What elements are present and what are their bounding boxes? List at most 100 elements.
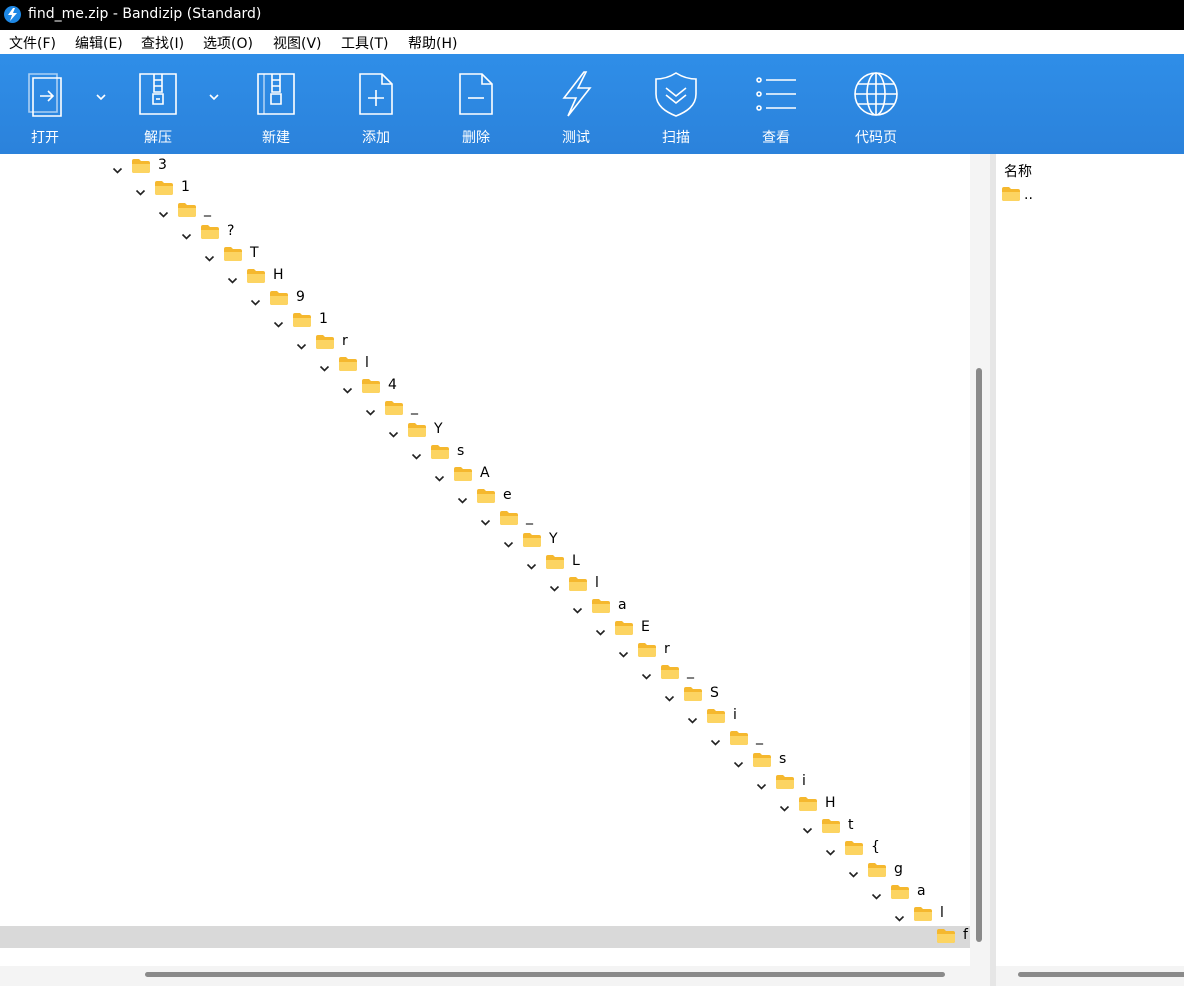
tree-node[interactable]: t — [802, 816, 922, 838]
tree-node[interactable]: E — [595, 618, 715, 640]
name-column-header[interactable]: 名称 — [1004, 161, 1032, 181]
tree-node[interactable]: f — [0, 926, 970, 948]
menu-file[interactable]: 文件(F) — [9, 33, 56, 53]
tree-node[interactable]: r — [296, 332, 416, 354]
tree-node[interactable]: { — [825, 838, 945, 860]
expand-chevron-icon[interactable] — [250, 293, 261, 306]
expand-chevron-icon[interactable] — [802, 821, 813, 834]
tree-node[interactable]: _ — [365, 398, 485, 420]
expand-chevron-icon[interactable] — [480, 513, 491, 526]
tree-node[interactable]: H — [227, 266, 347, 288]
tree-node[interactable]: l — [319, 354, 439, 376]
expand-chevron-icon[interactable] — [388, 425, 399, 438]
tree-node-label: L — [572, 553, 580, 569]
view-button[interactable]: 查看 — [741, 54, 811, 154]
extract-button[interactable]: 解压 — [123, 54, 193, 154]
tree-node[interactable]: s — [733, 750, 853, 772]
test-button[interactable]: 测试 — [541, 54, 611, 154]
expand-chevron-icon[interactable] — [549, 579, 560, 592]
tree-node[interactable]: 1 — [273, 310, 393, 332]
menu-view[interactable]: 视图(V) — [273, 33, 322, 53]
tree-horizontal-scrollbar[interactable] — [0, 966, 990, 986]
tree-node[interactable]: ? — [181, 222, 301, 244]
list-horizontal-scrollbar[interactable] — [996, 966, 1184, 986]
expand-chevron-icon[interactable] — [457, 491, 468, 504]
tree-node[interactable]: _ — [480, 508, 600, 530]
tree-node[interactable]: Y — [503, 530, 623, 552]
scan-button[interactable]: 扫描 — [641, 54, 711, 154]
expand-chevron-icon[interactable] — [342, 381, 353, 394]
list-horizontal-scroll-thumb[interactable] — [1018, 972, 1184, 977]
menu-options[interactable]: 选项(O) — [203, 33, 253, 53]
expand-chevron-icon[interactable] — [894, 909, 905, 922]
expand-chevron-icon[interactable] — [526, 557, 537, 570]
tree-node[interactable]: A — [434, 464, 554, 486]
expand-chevron-icon[interactable] — [756, 777, 767, 790]
expand-chevron-icon[interactable] — [572, 601, 583, 614]
tree-node[interactable]: _ — [158, 200, 278, 222]
tree-horizontal-scroll-thumb[interactable] — [145, 972, 945, 977]
menu-help[interactable]: 帮助(H) — [408, 33, 457, 53]
expand-chevron-icon[interactable] — [181, 227, 192, 240]
expand-chevron-icon[interactable] — [204, 249, 215, 262]
expand-chevron-icon[interactable] — [434, 469, 445, 482]
tree-node[interactable]: i — [687, 706, 807, 728]
expand-chevron-icon[interactable] — [641, 667, 652, 680]
expand-chevron-icon[interactable] — [733, 755, 744, 768]
expand-chevron-icon[interactable] — [779, 799, 790, 812]
file-list[interactable]: 名称 .. — [996, 154, 1184, 966]
tree-node[interactable]: i — [756, 772, 876, 794]
tree-node[interactable]: 1 — [135, 178, 255, 200]
expand-chevron-icon[interactable] — [848, 865, 859, 878]
tree-node[interactable]: s — [411, 442, 531, 464]
expand-chevron-icon[interactable] — [273, 315, 284, 328]
tree-vertical-scrollbar[interactable] — [970, 154, 990, 966]
folder-tree[interactable]: 3 1 _? T H 9 1 r l 4 _ Ys Ae _ Y Ll a Er _ Si _ s i Ht{g a l f — [0, 154, 970, 966]
tree-node[interactable]: l — [549, 574, 669, 596]
tree-node[interactable]: a — [572, 596, 692, 618]
expand-chevron-icon[interactable] — [687, 711, 698, 724]
tree-node[interactable]: r — [618, 640, 738, 662]
tree-node[interactable]: 9 — [250, 288, 370, 310]
tree-node[interactable]: _ — [710, 728, 830, 750]
expand-chevron-icon[interactable] — [158, 205, 169, 218]
new-button[interactable]: 新建 — [241, 54, 311, 154]
expand-chevron-icon[interactable] — [227, 271, 238, 284]
tree-node[interactable]: Y — [388, 420, 508, 442]
tree-node[interactable]: H — [779, 794, 899, 816]
expand-chevron-icon[interactable] — [411, 447, 422, 460]
delete-button[interactable]: 删除 — [441, 54, 511, 154]
expand-chevron-icon[interactable] — [618, 645, 629, 658]
expand-chevron-icon[interactable] — [112, 161, 123, 174]
expand-chevron-icon[interactable] — [296, 337, 307, 350]
tree-node[interactable]: T — [204, 244, 324, 266]
tree-node[interactable]: e — [457, 486, 577, 508]
open-dropdown-chevron-icon[interactable] — [95, 88, 107, 101]
list-item-parent[interactable]: .. — [1002, 187, 1033, 205]
menu-tools[interactable]: 工具(T) — [341, 33, 388, 53]
menu-edit[interactable]: 编辑(E) — [75, 33, 123, 53]
tree-node[interactable]: _ — [641, 662, 761, 684]
tree-node[interactable]: g — [848, 860, 968, 882]
codepage-button[interactable]: 代码页 — [841, 54, 911, 154]
expand-chevron-icon[interactable] — [319, 359, 330, 372]
expand-chevron-icon[interactable] — [710, 733, 721, 746]
tree-node[interactable]: a — [871, 882, 970, 904]
tree-node[interactable]: L — [526, 552, 646, 574]
tree-vertical-scroll-thumb[interactable] — [976, 368, 982, 942]
tree-node[interactable]: 3 — [112, 156, 232, 178]
tree-node[interactable]: 4 — [342, 376, 462, 398]
extract-dropdown-chevron-icon[interactable] — [208, 88, 220, 101]
open-button[interactable]: 打开 — [10, 54, 80, 154]
expand-chevron-icon[interactable] — [595, 623, 606, 636]
expand-chevron-icon[interactable] — [503, 535, 514, 548]
tree-node[interactable]: l — [894, 904, 970, 926]
menu-find[interactable]: 查找(I) — [141, 33, 184, 53]
expand-chevron-icon[interactable] — [365, 403, 376, 416]
expand-chevron-icon[interactable] — [664, 689, 675, 702]
tree-node[interactable]: S — [664, 684, 784, 706]
expand-chevron-icon[interactable] — [871, 887, 882, 900]
expand-chevron-icon[interactable] — [825, 843, 836, 856]
expand-chevron-icon[interactable] — [135, 183, 146, 196]
add-button[interactable]: 添加 — [341, 54, 411, 154]
